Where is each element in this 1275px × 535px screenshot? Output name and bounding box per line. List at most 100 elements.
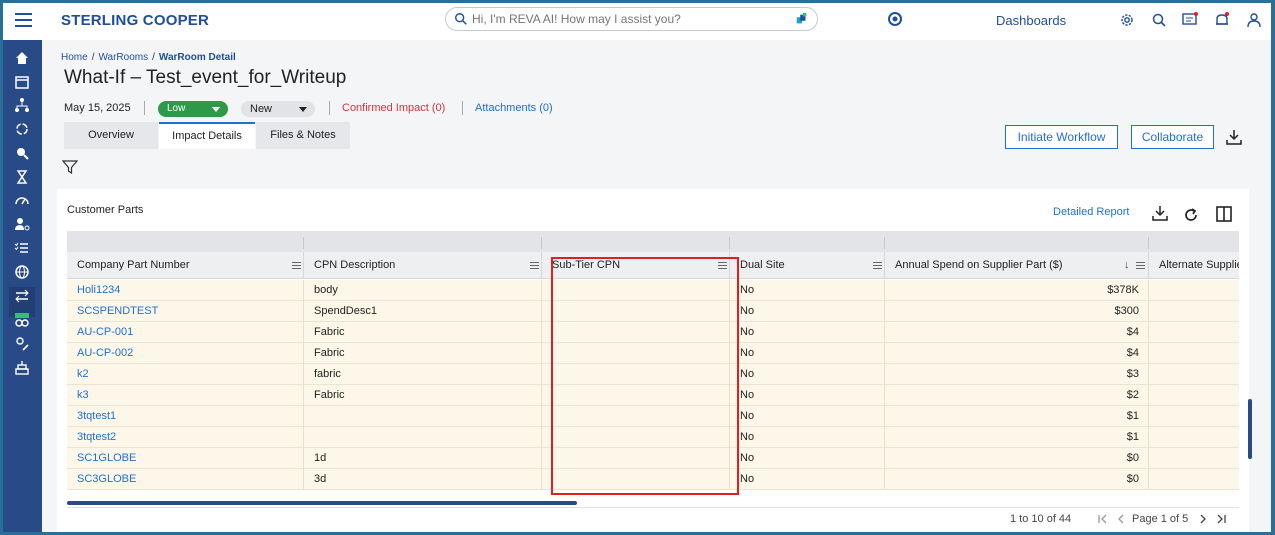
grid-footer-divider	[67, 507, 1239, 508]
first-page-icon[interactable]	[1097, 512, 1109, 526]
top-bar: STERLING COOPER Dashboards	[3, 3, 1271, 40]
status-dropdown[interactable]: New	[241, 101, 315, 117]
column-menu-icon[interactable]	[718, 262, 727, 270]
cell-cpn-description: 3d	[304, 469, 542, 490]
page-title: What-If – Test_event_for_Writeup	[64, 67, 347, 88]
horizontal-scrollbar[interactable]	[67, 501, 577, 505]
cell-company-part-number[interactable]: k3	[67, 385, 304, 406]
table-row[interactable]: AU-CP-001 Fabric No $4	[67, 322, 1239, 343]
table-row[interactable]: 3tqtest2 No $1	[67, 427, 1239, 448]
table-row[interactable]: SC3GLOBE 3d No $0	[67, 469, 1239, 490]
hamburger-menu-icon[interactable]	[15, 13, 32, 27]
cell-dual-site: No	[730, 280, 885, 301]
column-header-cpn-description[interactable]: CPN Description	[304, 252, 542, 279]
table-row[interactable]: Holi1234 body No $378K	[67, 280, 1239, 301]
cell-company-part-number[interactable]: 3tqtest1	[67, 406, 304, 427]
column-menu-icon[interactable]	[530, 262, 539, 270]
status-value: New	[250, 103, 273, 115]
checklist-icon[interactable]	[14, 240, 30, 256]
bell-icon[interactable]	[1213, 11, 1231, 29]
columns-toggle-icon[interactable]	[1215, 205, 1233, 223]
search-icon[interactable]	[1150, 11, 1168, 29]
cell-company-part-number[interactable]: 3tqtest2	[67, 427, 304, 448]
network-icon[interactable]	[14, 97, 30, 113]
last-page-icon[interactable]	[1215, 512, 1227, 526]
priority-dropdown[interactable]: Low	[158, 101, 228, 117]
cell-company-part-number[interactable]: SC3GLOBE	[67, 469, 304, 490]
table-row[interactable]: k3 Fabric No $2	[67, 385, 1239, 406]
cell-cpn-description: Fabric	[304, 343, 542, 364]
search-input[interactable]	[472, 11, 772, 27]
cell-company-part-number[interactable]: SCSPENDTEST	[67, 301, 304, 322]
breadcrumb-home[interactable]: Home	[61, 52, 88, 63]
cell-dual-site: No	[730, 364, 885, 385]
cell-sub-tier-cpn	[542, 427, 730, 448]
attachments-link[interactable]: Attachments (0)	[475, 102, 553, 114]
card-title: Customer Parts	[67, 204, 144, 216]
column-menu-icon[interactable]	[1136, 262, 1145, 270]
new-feature-icon[interactable]	[14, 312, 30, 328]
download-icon[interactable]	[1151, 204, 1169, 222]
transfer-icon[interactable]	[14, 288, 30, 304]
initiate-workflow-button[interactable]: Initiate Workflow	[1005, 125, 1118, 149]
tab-impact-details[interactable]: Impact Details	[159, 122, 255, 149]
search-box[interactable]	[445, 7, 818, 31]
vertical-scrollbar[interactable]	[1248, 399, 1252, 459]
column-menu-icon[interactable]	[292, 262, 301, 270]
column-header-annual-spend[interactable]: Annual Spend on Supplier Part ($) ↓	[885, 252, 1149, 279]
left-sidebar	[3, 40, 42, 532]
collaborate-button[interactable]: Collaborate	[1131, 125, 1214, 149]
column-header-label: Annual Spend on Supplier Part ($)	[895, 259, 1063, 271]
download-icon[interactable]	[1225, 128, 1243, 146]
cell-company-part-number[interactable]: Holi1234	[67, 280, 304, 301]
cell-annual-spend: $4	[885, 343, 1149, 364]
table-row[interactable]: SCSPENDTEST SpendDesc1 No $300	[67, 301, 1239, 322]
edit-user-icon[interactable]	[14, 336, 30, 352]
globe-icon[interactable]	[14, 264, 30, 280]
cell-company-part-number[interactable]: AU-CP-002	[67, 343, 304, 364]
prev-page-icon[interactable]	[1115, 512, 1127, 526]
gear-icon[interactable]	[1118, 11, 1136, 29]
tab-files-notes[interactable]: Files & Notes	[256, 122, 350, 149]
column-header-alternate-supplier[interactable]: Alternate Supplier	[1149, 252, 1239, 279]
filter-icon[interactable]	[62, 159, 78, 175]
stack-icon[interactable]	[14, 360, 30, 376]
divider	[329, 101, 330, 115]
gauge-icon[interactable]	[14, 192, 30, 208]
cell-company-part-number[interactable]: SC1GLOBE	[67, 448, 304, 469]
refresh-icon[interactable]	[1182, 206, 1200, 224]
confirmed-impact-link[interactable]: Confirmed Impact (0)	[342, 102, 445, 114]
user-settings-icon[interactable]	[14, 216, 30, 232]
tab-overview[interactable]: Overview	[64, 122, 158, 149]
refresh-cycle-icon[interactable]	[14, 121, 30, 137]
cell-alternate-supplier	[1149, 469, 1239, 490]
breadcrumb-current[interactable]: WarRoom Detail	[159, 52, 236, 63]
table-row[interactable]: SC1GLOBE 1d No $0	[67, 448, 1239, 469]
cell-annual-spend: $1	[885, 406, 1149, 427]
ai-assistant-icon[interactable]	[795, 12, 809, 26]
cell-company-part-number[interactable]: AU-CP-001	[67, 322, 304, 343]
hourglass-icon[interactable]	[14, 169, 30, 185]
message-icon[interactable]	[1181, 11, 1199, 29]
cell-annual-spend: $300	[885, 301, 1149, 322]
column-menu-icon[interactable]	[873, 262, 882, 270]
detailed-report-link[interactable]: Detailed Report	[1053, 206, 1129, 218]
calendar-icon[interactable]	[14, 74, 30, 90]
table-row[interactable]: k2 fabric No $3	[67, 364, 1239, 385]
user-icon[interactable]	[1245, 11, 1263, 29]
cell-cpn-description: Fabric	[304, 385, 542, 406]
next-page-icon[interactable]	[1197, 512, 1209, 526]
dashboards-link[interactable]: Dashboards	[996, 13, 1066, 28]
cell-company-part-number[interactable]: k2	[67, 364, 304, 385]
column-header-sub-tier-cpn[interactable]: Sub-Tier CPN	[542, 252, 730, 279]
openai-icon[interactable]	[887, 11, 903, 27]
column-header-dual-site[interactable]: Dual Site	[730, 252, 885, 279]
search-person-icon[interactable]	[14, 145, 30, 161]
home-icon[interactable]	[14, 50, 30, 66]
cell-alternate-supplier	[1149, 427, 1239, 448]
column-header-company-part-number[interactable]: Company Part Number	[67, 252, 304, 279]
sort-descending-icon[interactable]: ↓	[1124, 252, 1130, 279]
breadcrumb-warrooms[interactable]: WarRooms	[98, 52, 148, 63]
table-row[interactable]: AU-CP-002 Fabric No $4	[67, 343, 1239, 364]
table-row[interactable]: 3tqtest1 No $1	[67, 406, 1239, 427]
